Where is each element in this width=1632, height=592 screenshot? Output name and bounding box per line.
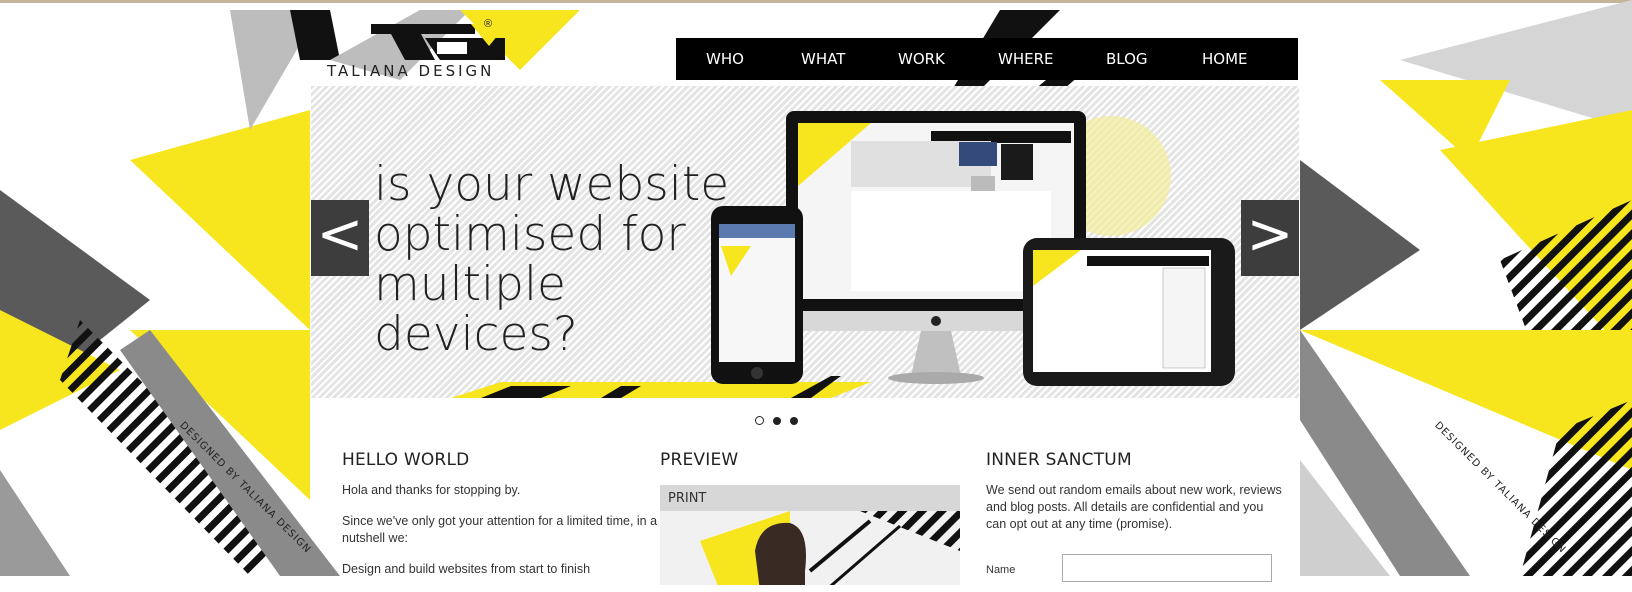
nav-work[interactable]: WORK (898, 38, 945, 80)
preview-section: PREVIEW (660, 450, 960, 482)
registered-mark: ® (484, 18, 493, 30)
slider-pagination (755, 412, 807, 430)
hello-intro: Hola and thanks for stopping by. (342, 483, 521, 497)
inner-sanctum-section: INNER SANCTUM We send out random emails … (986, 450, 1286, 547)
logo-wordmark: TALIANA DESIGN (327, 62, 495, 80)
name-input[interactable] (1062, 554, 1272, 582)
inner-sanctum-text: We send out random emails about new work… (986, 483, 1282, 531)
nav-who[interactable]: WHO (706, 38, 744, 80)
nav-home[interactable]: HOME (1202, 38, 1248, 80)
slide-headline: is your website optimised for multiple d… (374, 157, 730, 362)
nav-blog[interactable]: BLOG (1106, 38, 1148, 80)
preview-print-card[interactable]: PRINT (660, 485, 960, 585)
main-nav: WHO WHAT WORK WHERE BLOG HOME (676, 38, 1298, 80)
slider-dot-3[interactable] (790, 417, 798, 425)
slider-next-button[interactable]: > (1241, 200, 1299, 276)
preview-heading: PREVIEW (660, 450, 739, 470)
slider-dot-2[interactable] (773, 417, 781, 425)
slider-prev-button[interactable]: < (311, 200, 369, 276)
hello-nutshell: Since we've only got your attention for … (342, 514, 658, 545)
name-label: Name (986, 564, 1016, 576)
hello-service-1: Design and build websites from start to … (342, 562, 591, 576)
inner-sanctum-heading: INNER SANCTUM (986, 450, 1132, 470)
hello-world-heading: HELLO WORLD (342, 450, 470, 470)
hello-world-section: HELLO WORLD Hola and thanks for stopping… (342, 450, 672, 592)
print-tab-label: PRINT (668, 491, 707, 506)
nav-what[interactable]: WHAT (801, 38, 845, 80)
print-preview-image (660, 511, 960, 585)
nav-where[interactable]: WHERE (998, 38, 1054, 80)
slider-dot-1[interactable] (755, 416, 764, 425)
